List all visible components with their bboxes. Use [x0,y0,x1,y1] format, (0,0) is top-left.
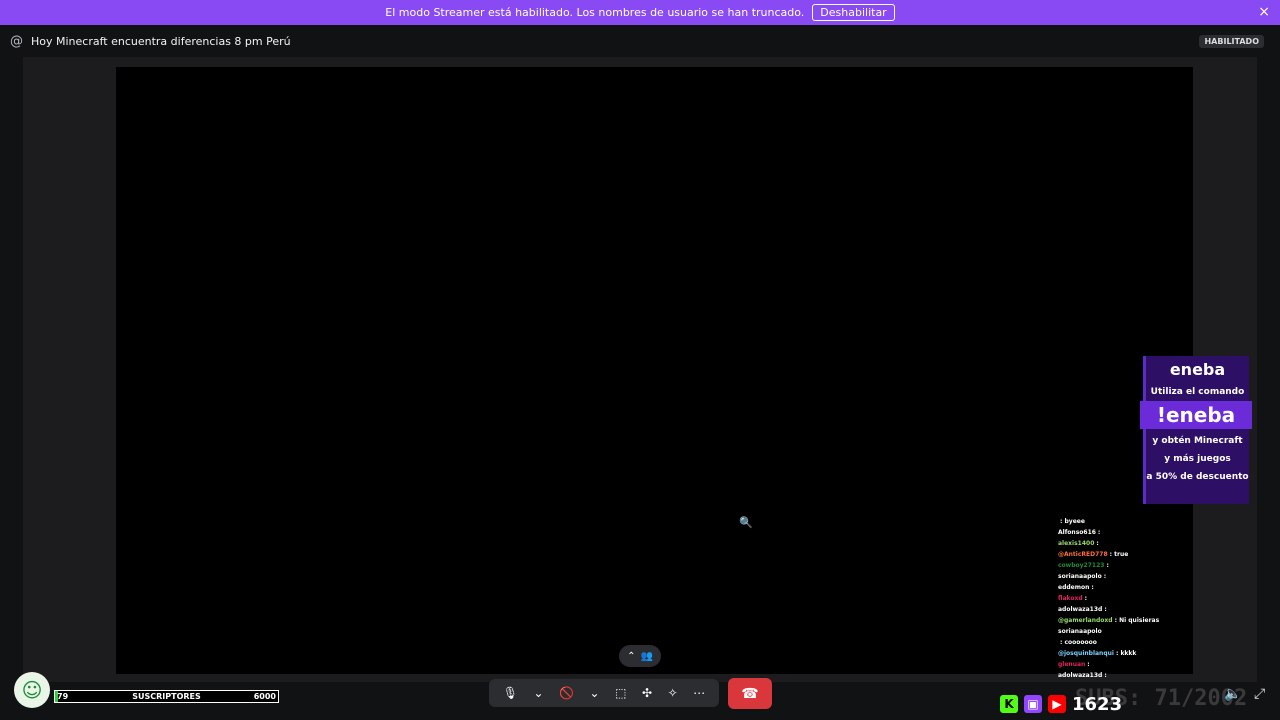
chat-username: flakoxd [1058,595,1083,602]
stream-chat: : byeee Alfonso616: alexis1400: @AnticRED77… [1058,516,1178,681]
chat-message: cowboy27123: [1058,560,1178,571]
chat-text: : [1104,606,1107,613]
youtube-icon: ▶ [1048,695,1066,713]
at-icon: @ [10,33,23,49]
chat-message: @gamerlandoxd: Ni quisieras [1058,615,1178,626]
chat-message: @AnticRED778: true [1058,549,1178,560]
chat-username: sorianaapolo [1058,628,1102,635]
chat-text: : [1106,562,1109,569]
chat-text: : [1103,573,1107,580]
eneba-line3: y más juegos [1164,454,1231,464]
chat-text: : [1096,540,1099,547]
chat-username: adolwaza13d [1058,672,1103,679]
chat-message: @josquinblanqui: kkkk [1058,648,1178,659]
kick-icon: K [1000,695,1018,713]
streamer-mode-banner: El modo Streamer está habilitado. Los no… [0,0,1280,25]
chat-message: Alfonso616: [1058,527,1178,538]
chat-message: : byeee [1058,516,1178,527]
chat-text: : [1104,672,1107,679]
stream-video[interactable] [116,67,1193,674]
disable-streamer-mode-button[interactable]: Deshabilitar [812,4,895,21]
participants-toggle[interactable]: ⌃ 👥 [619,645,661,667]
eneba-command: !eneba [1140,401,1252,429]
chat-text: : byeee [1060,518,1085,525]
chat-username: cowboy27123 [1058,562,1105,569]
zoom-cursor-icon: 🔍 [739,516,753,529]
close-icon[interactable]: × [1258,4,1270,20]
channel-header: @ Hoy Minecraft encuentra diferencias 8 … [0,25,1280,57]
microphone-icon[interactable]: 🎙 [503,686,518,700]
chat-message: alexis1400: [1058,538,1178,549]
subscriber-goal: 6000 [253,692,276,701]
chevron-down-icon[interactable]: ⌄ [590,686,600,700]
chat-message: adolwaza13d: [1058,604,1178,615]
banner-text: El modo Streamer está habilitado. Los no… [385,6,805,19]
chat-username: sorianaapolo [1058,573,1102,580]
chat-username: eddemon [1058,584,1090,591]
activities-icon[interactable]: ✣ [642,686,652,700]
disconnect-button[interactable]: ☎ [728,678,772,709]
camera-off-icon[interactable]: 🚫 [559,686,574,700]
subscriber-label: SUSCRIPTORES [132,692,201,701]
twitch-icon: ▣ [1024,695,1042,713]
chat-username: alexis1400 [1058,540,1095,547]
soundboard-icon[interactable]: ✧ [668,686,678,700]
eneba-line4: a 50% de descuento [1146,472,1249,482]
chat-message: adolwaza13d: [1058,670,1178,681]
chat-text: : Ni quisieras [1114,617,1160,624]
eneba-line2: y obtén Minecraft [1152,436,1243,446]
chat-username: @AnticRED778 [1058,551,1108,558]
chat-message: glenuan: [1058,659,1178,670]
chat-username: @gamerlandoxd [1058,617,1113,624]
chat-message: eddemon: [1058,582,1178,593]
chat-username: adolwaza13d [1058,606,1103,613]
chat-text: : kkkk [1115,650,1137,657]
chat-username: Alfonso616 [1058,529,1096,536]
chevron-down-icon[interactable]: ⌄ [534,686,544,700]
chat-message: flakoxd: [1058,593,1178,604]
eneba-ad: eneba Utiliza el comando !eneba y obtén … [1140,356,1252,504]
chat-text: : [1097,529,1101,536]
avatar-icon: ☺ [21,678,43,702]
eneba-line1: Utiliza el comando [1150,387,1245,397]
call-controls: 🎙 ⌄ 🚫 ⌄ ⬚ ✣ ✧ ⋯ [489,679,719,707]
chevron-up-icon: ⌃ [627,650,636,662]
chat-message: sorianaapolo [1058,626,1178,637]
volume-icon[interactable]: 🔈 [1224,686,1241,702]
chat-text: : true [1109,551,1129,558]
fullscreen-icon[interactable]: ⤢ [1254,686,1265,702]
screen-share-icon[interactable]: ⬚ [615,686,626,700]
viewer-count: 1623 [1072,693,1123,715]
chat-text: : cooooooo [1060,639,1097,646]
streamer-avatar: ☺ [14,672,50,708]
chat-username: glenuan [1058,661,1086,668]
chat-message: : cooooooo [1058,637,1178,648]
eneba-logo: eneba [1169,360,1226,379]
more-icon[interactable]: ⋯ [693,686,705,700]
chat-message: sorianaapolo: [1058,571,1178,582]
phone-icon: ☎ [741,685,759,702]
channel-title: Hoy Minecraft encuentra diferencias 8 pm… [31,34,291,48]
viewer-stats: K ▣ ▶ 1623 [1000,690,1122,718]
subscriber-goal-bar: 79 SUSCRIPTORES 6000 [54,690,279,703]
chat-text: : [1084,595,1088,602]
chat-text: : [1091,584,1094,591]
chat-text: : [1087,661,1090,668]
chat-username: @josquinblanqui [1058,650,1114,657]
streamer-mode-badge[interactable]: HABILITADO [1199,35,1264,48]
people-icon: 👥 [640,650,653,662]
